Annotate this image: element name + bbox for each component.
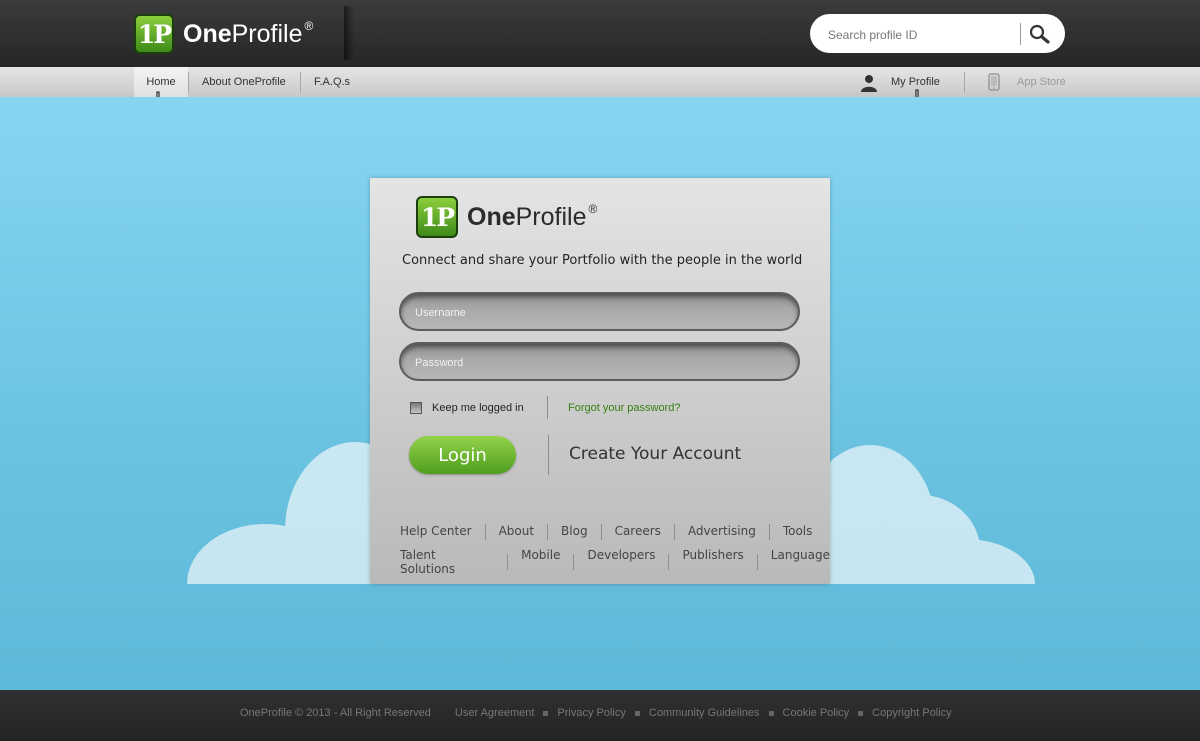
username-input[interactable] — [413, 303, 787, 323]
forgot-password-link[interactable]: Forgot your password? — [568, 402, 681, 414]
divider — [548, 435, 549, 475]
person-icon — [861, 75, 877, 92]
logo-mark: 1P — [416, 196, 458, 238]
keep-logged-in-label: Keep me logged in — [432, 402, 524, 414]
link-talent-solutions[interactable]: Talent Solutions — [400, 548, 494, 576]
main-navbar: Home About OneProfile F.A.Q.s My Profile… — [0, 67, 1200, 98]
nav-faq[interactable]: F.A.Q.s — [314, 67, 350, 97]
search-divider — [1020, 23, 1021, 45]
footer-separator — [768, 710, 774, 716]
tagline: Connect and share your Portfolio with th… — [402, 253, 803, 268]
logo-registered-mark: ® — [304, 19, 314, 33]
link-tools[interactable]: Tools — [783, 524, 813, 540]
search-button[interactable] — [1028, 23, 1052, 45]
link-separator — [756, 554, 758, 570]
logo-text-bold: One — [183, 20, 232, 48]
password-input[interactable] — [413, 353, 787, 373]
link-language[interactable]: Language — [771, 548, 830, 576]
page-footer: OneProfile © 2013 - All Right Reserved U… — [0, 690, 1200, 741]
footer-separator — [634, 710, 640, 716]
divider — [547, 396, 548, 419]
link-advertising[interactable]: Advertising — [688, 524, 756, 540]
link-careers[interactable]: Careers — [615, 524, 661, 540]
login-card: 1P OneProfile ® Connect and share your Po… — [370, 178, 830, 584]
logo-text-bold: One — [467, 203, 516, 231]
link-help-center[interactable]: Help Center — [400, 524, 472, 540]
link-separator — [507, 554, 509, 570]
link-mobile[interactable]: Mobile — [521, 548, 560, 576]
link-separator — [600, 524, 602, 540]
search-icon — [1029, 24, 1050, 44]
logo-registered-mark: ® — [588, 202, 598, 216]
footer-link-user-agreement[interactable]: User Agreement — [455, 707, 534, 719]
link-blog[interactable]: Blog — [561, 524, 588, 540]
footer-links: OneProfile © 2013 - All Right Reserved U… — [240, 707, 952, 719]
link-publishers[interactable]: Publishers — [682, 548, 743, 576]
site-logo[interactable]: 1P OneProfile ® — [134, 13, 313, 55]
link-developers[interactable]: Developers — [587, 548, 655, 576]
logo-text: OneProfile ® — [183, 19, 313, 49]
username-field — [399, 292, 800, 331]
footer-link-community-guidelines[interactable]: Community Guidelines — [649, 707, 760, 719]
link-about[interactable]: About — [499, 524, 534, 540]
link-separator — [573, 554, 575, 570]
nav-app-store[interactable]: App Store — [1017, 67, 1066, 97]
nav-divider — [188, 72, 189, 93]
link-separator — [668, 554, 670, 570]
logo-text-light: Profile — [231, 20, 303, 48]
footer-link-copyright-policy[interactable]: Copyright Policy — [872, 707, 951, 719]
phone-icon — [988, 73, 1000, 91]
footer-separator — [543, 710, 549, 716]
link-separator — [484, 524, 486, 540]
logo-text: OneProfile ® — [467, 202, 597, 232]
login-button[interactable]: Login — [409, 436, 516, 474]
logo-divider-shadow — [344, 6, 354, 60]
password-field — [399, 342, 800, 381]
link-separator — [547, 524, 549, 540]
footer-separator — [858, 710, 864, 716]
search-bar — [810, 14, 1065, 53]
footer-link-cookie-policy[interactable]: Cookie Policy — [783, 707, 850, 719]
link-separator — [768, 524, 770, 540]
nav-about[interactable]: About OneProfile — [202, 67, 286, 97]
top-header: 1P OneProfile ® — [0, 0, 1200, 67]
link-separator — [673, 524, 675, 540]
keep-logged-in-checkbox[interactable] — [410, 402, 422, 414]
logo-text-light: Profile — [515, 203, 587, 231]
footer-link-privacy-policy[interactable]: Privacy Policy — [557, 707, 625, 719]
card-logo: 1P OneProfile ® — [416, 196, 597, 238]
card-links-row-1: Help Center About Blog Careers Advertisi… — [400, 524, 812, 540]
logo-mark: 1P — [134, 14, 174, 54]
card-links-row-2: Talent Solutions Mobile Developers Publi… — [400, 548, 830, 576]
nav-divider — [964, 72, 965, 93]
search-input[interactable] — [826, 23, 1020, 47]
create-account-link[interactable]: Create Your Account — [569, 444, 741, 464]
nav-divider — [300, 72, 301, 93]
copyright-text: OneProfile © 2013 - All Right Reserved — [240, 707, 431, 719]
